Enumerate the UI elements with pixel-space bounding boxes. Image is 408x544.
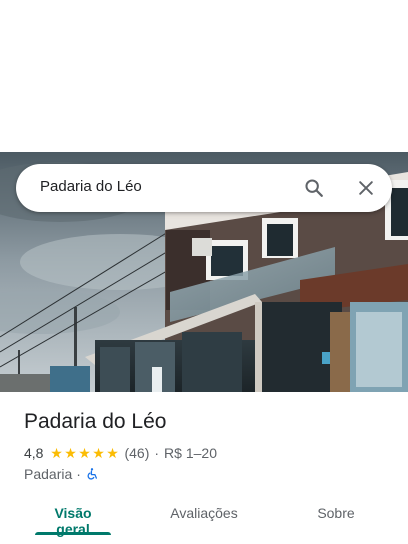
category-row: Padaria · — [24, 466, 99, 482]
price-range: R$ 1–20 — [164, 445, 217, 461]
place-info-panel: Padaria do Léo 4,8 ★ ★ ★ ★ ★ (46) · R$ 1… — [0, 392, 408, 544]
place-title: Padaria do Léo — [24, 410, 167, 433]
search-button[interactable] — [298, 172, 330, 204]
place-tabs: Visão geral Avaliações Sobre — [0, 495, 408, 544]
tab-sobre[interactable]: Sobre — [310, 505, 362, 521]
wheelchair-icon — [87, 468, 97, 480]
star-icon: ★ — [50, 445, 63, 461]
search-bar[interactable]: Padaria do Léo — [16, 164, 392, 212]
review-count[interactable]: (46) — [124, 445, 149, 461]
star-icon: ★ — [92, 445, 105, 461]
star-icon: ★ — [106, 445, 119, 461]
close-button[interactable] — [350, 172, 382, 204]
active-tab-indicator — [35, 532, 111, 535]
search-input[interactable]: Padaria do Léo — [40, 178, 142, 195]
place-category: Padaria — [24, 466, 73, 482]
search-icon — [305, 179, 323, 197]
rating-row[interactable]: 4,8 ★ ★ ★ ★ ★ (46) · R$ 1–20 — [24, 445, 217, 461]
map-blank-area — [0, 0, 408, 152]
separator: · — [76, 466, 81, 482]
rating-score: 4,8 — [24, 445, 44, 461]
star-icon: ★ — [64, 445, 77, 461]
tab-avaliacoes[interactable]: Avaliações — [166, 505, 242, 521]
star-icon: ★ — [78, 445, 91, 461]
separator: · — [154, 445, 160, 461]
rating-stars: ★ ★ ★ ★ ★ — [49, 446, 119, 460]
close-icon — [359, 181, 373, 195]
